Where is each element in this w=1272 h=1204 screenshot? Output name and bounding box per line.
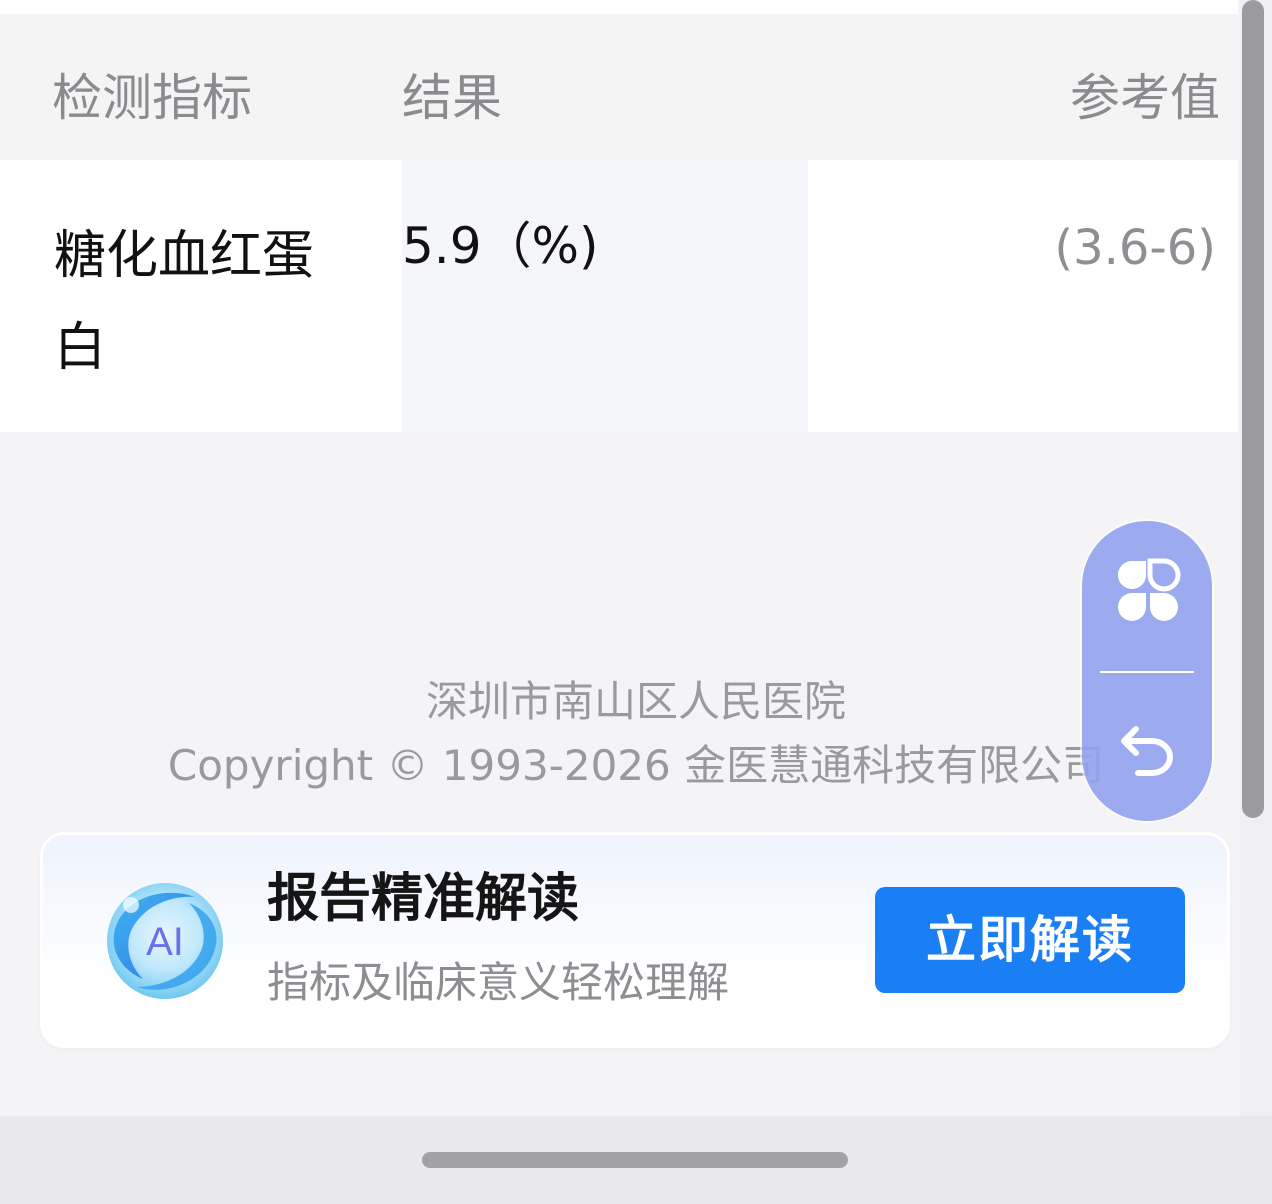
floating-action-widget: [1082, 521, 1212, 821]
widget-divider: [1100, 671, 1194, 673]
svg-text:AI: AI: [146, 920, 184, 964]
reference-range: (3.6-6): [1054, 220, 1216, 276]
four-petal-menu-icon[interactable]: [1114, 557, 1182, 625]
indicator-cell: 糖化血红蛋白: [0, 160, 402, 432]
banner-title: 报告精准解读: [267, 869, 580, 929]
indicator-name: 糖化血红蛋白: [54, 226, 315, 378]
report-page: 检测指标 结果 参考值 糖化血红蛋白 5.9（%) (3.6-6) 深圳市南山区…: [0, 0, 1272, 1204]
ai-logo-icon: AI: [103, 879, 227, 1003]
reference-cell: (3.6-6): [808, 160, 1238, 432]
ai-interpretation-banner[interactable]: AI 报告精准解读 指标及临床意义轻松理解 立即解读: [40, 832, 1230, 1048]
header-reference: 参考值: [1070, 69, 1220, 127]
system-navigation-bar: [0, 1116, 1272, 1204]
result-value: 5.9（%): [402, 217, 599, 275]
undo-arrow-icon[interactable]: [1118, 721, 1178, 777]
header-result: 结果: [402, 69, 502, 127]
result-cell: 5.9（%): [402, 160, 808, 432]
home-indicator[interactable]: [422, 1152, 848, 1168]
header-indicator: 检测指标: [52, 69, 252, 127]
banner-subtitle: 指标及临床意义轻松理解: [267, 958, 730, 1007]
previous-card-edge: [0, 0, 1238, 14]
table-header: 检测指标 结果 参考值: [0, 14, 1238, 160]
scrollbar-thumb[interactable]: [1242, 0, 1264, 818]
interpret-now-button[interactable]: 立即解读: [875, 887, 1185, 993]
table-row: 糖化血红蛋白 5.9（%) (3.6-6): [0, 160, 1238, 432]
